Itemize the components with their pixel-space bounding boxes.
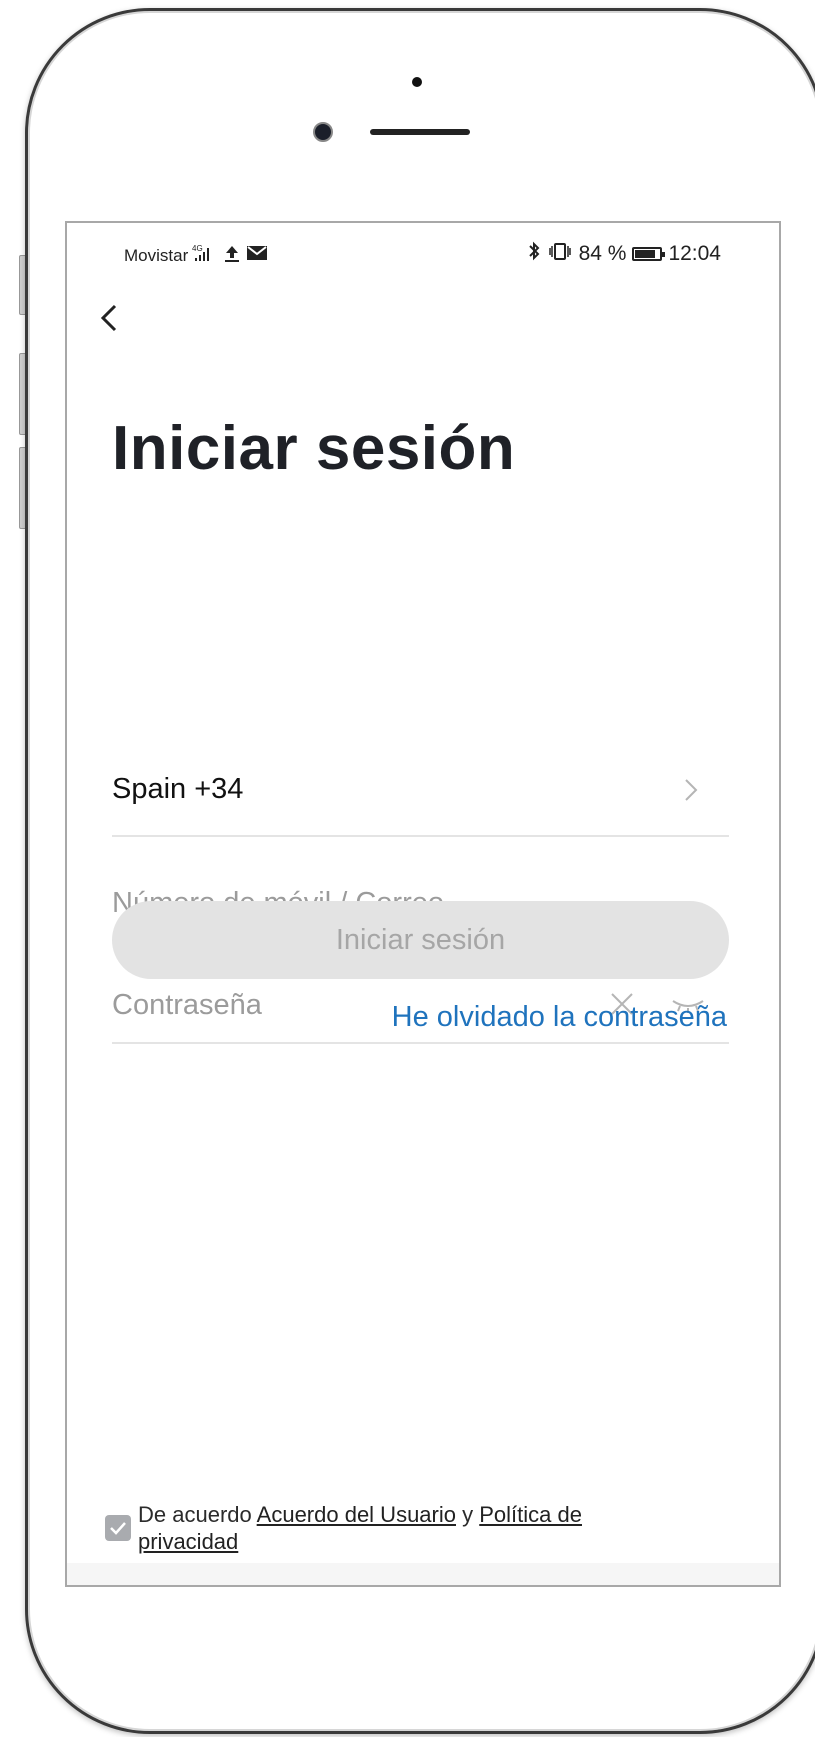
- user-agreement-link[interactable]: Acuerdo del Usuario: [257, 1502, 456, 1527]
- agreement-prefix: De acuerdo: [138, 1502, 252, 1527]
- signal-icon: 4G: [192, 243, 218, 269]
- status-left: Movistar 4G: [124, 243, 268, 269]
- page-title: Iniciar sesión: [112, 414, 516, 483]
- bottom-strip: [67, 1563, 779, 1585]
- status-right: 84 % 12:04: [527, 241, 721, 267]
- forgot-password-link[interactable]: He olvidado la contraseña: [392, 1001, 727, 1034]
- svg-text:4G: 4G: [192, 244, 203, 253]
- country-value: Spain +34: [112, 773, 244, 805]
- upload-icon: [222, 243, 242, 269]
- login-button[interactable]: Iniciar sesión: [112, 901, 729, 979]
- bluetooth-icon: [527, 241, 541, 267]
- agreement-connector: y: [462, 1502, 474, 1527]
- phone-speaker: [370, 129, 470, 135]
- phone-sensor: [412, 77, 422, 87]
- checkmark-icon: [110, 1522, 126, 1535]
- agreement-checkbox[interactable]: [105, 1515, 131, 1541]
- battery-icon: [632, 247, 666, 261]
- clock: 12:04: [668, 242, 721, 265]
- chevron-left-icon: [100, 304, 117, 332]
- privacy-policy-line2: privacidad: [138, 1529, 239, 1554]
- privacy-policy-line1: Política de: [479, 1502, 582, 1527]
- back-button[interactable]: [95, 298, 135, 342]
- battery-percent: 84 %: [578, 242, 627, 265]
- country-selector[interactable]: Spain +34: [112, 753, 729, 837]
- agreement-text: De acuerdo Acuerdo del Usuario y Polític…: [138, 1501, 698, 1555]
- chevron-right-icon: [683, 775, 699, 810]
- mail-icon: [246, 244, 268, 268]
- phone-front-camera: [313, 122, 333, 142]
- app-screen: Movistar 4G 84 % 12:04 Iniciar sesión Sp…: [65, 221, 781, 1587]
- carrier-name: Movistar: [124, 246, 189, 265]
- password-placeholder: Contraseña: [112, 989, 262, 1021]
- vibrate-icon: [547, 241, 573, 267]
- status-bar: Movistar 4G 84 % 12:04: [67, 241, 779, 267]
